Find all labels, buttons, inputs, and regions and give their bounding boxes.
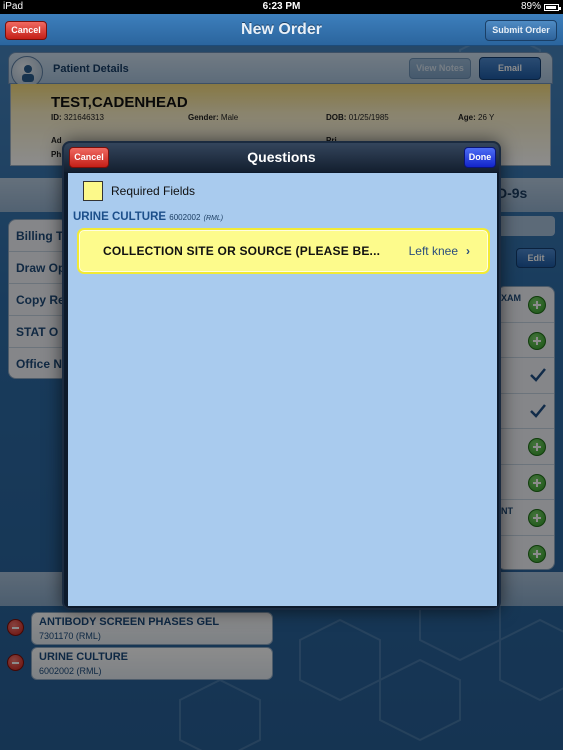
required-fields-label: Required Fields bbox=[111, 184, 196, 198]
status-time: 6:23 PM bbox=[262, 1, 301, 12]
question-section-title: URINE CULTURE 6002002 (RML) bbox=[73, 211, 223, 223]
chevron-right-icon: › bbox=[466, 244, 470, 258]
battery-percent: 89% bbox=[520, 1, 541, 12]
section-lab: (RML) bbox=[203, 215, 224, 222]
navigation-bar: Cancel New Order Submit Order bbox=[0, 14, 563, 46]
page-title: New Order bbox=[241, 21, 322, 38]
battery-icon bbox=[544, 3, 561, 11]
question-row-collection-site[interactable]: COLLECTION SITE OR SOURCE (PLEASE BE... … bbox=[77, 228, 490, 274]
section-test-name: URINE CULTURE bbox=[73, 211, 167, 223]
section-test-code: 6002002 bbox=[169, 213, 201, 222]
submit-order-button[interactable]: Submit Order bbox=[485, 20, 557, 41]
questions-modal: Cancel Questions Done Required Fields UR… bbox=[62, 141, 501, 610]
status-bar: iPad 6:23 PM 89% bbox=[0, 0, 563, 14]
modal-body: Required Fields URINE CULTURE 6002002 (R… bbox=[68, 173, 497, 606]
modal-title: Questions bbox=[247, 149, 316, 165]
required-fields-swatch bbox=[83, 181, 103, 201]
modal-done-button[interactable]: Done bbox=[464, 147, 496, 168]
question-answer: Left knee bbox=[408, 244, 458, 258]
question-label: COLLECTION SITE OR SOURCE (PLEASE BE... bbox=[103, 244, 381, 258]
status-right: 89% bbox=[520, 0, 561, 14]
modal-header: Cancel Questions Done bbox=[64, 143, 499, 172]
